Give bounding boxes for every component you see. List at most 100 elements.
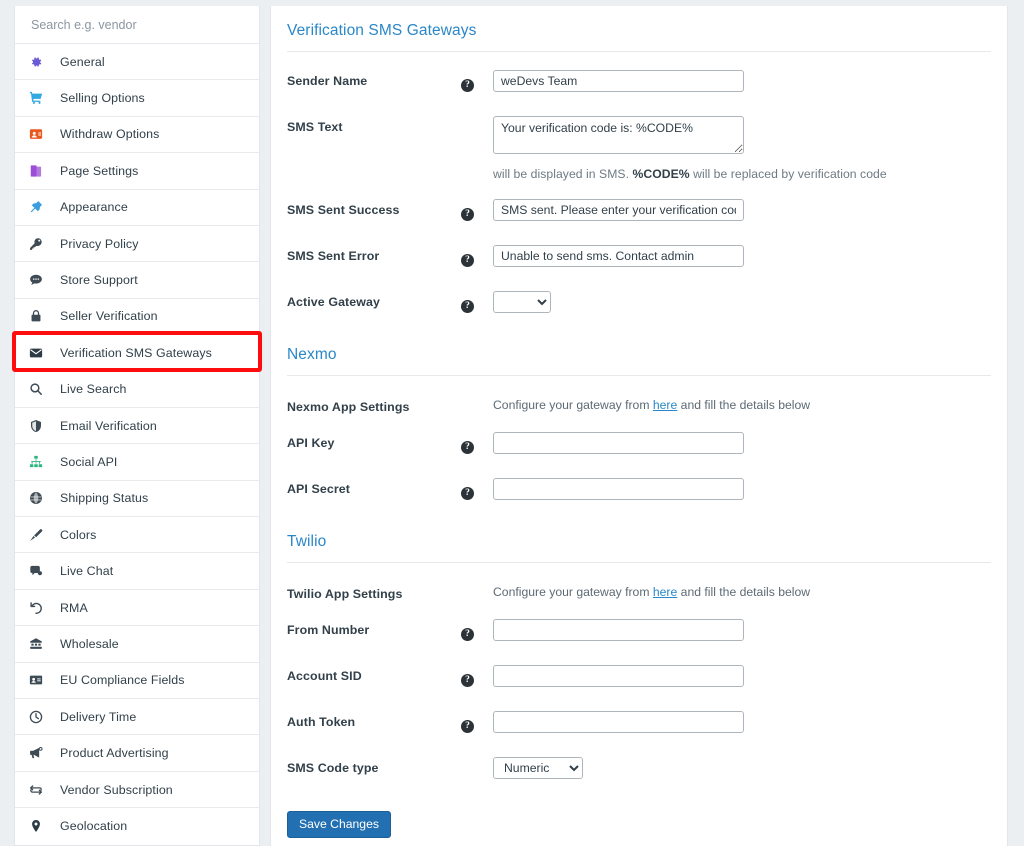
map-pin-icon	[29, 818, 51, 834]
brush-icon	[29, 527, 51, 543]
page-title: Verification SMS Gateways	[287, 6, 991, 52]
help-icon[interactable]: ?	[461, 441, 474, 454]
help-col-nexmo-app-settings	[461, 396, 493, 400]
cart-icon	[29, 90, 51, 106]
sidebar-item-seller-verification[interactable]: Seller Verification	[15, 298, 259, 336]
sidebar-item-product-advertising[interactable]: Product Advertising	[15, 735, 259, 772]
field-row-from-number: From Number ?	[287, 601, 991, 647]
pin-icon	[29, 199, 51, 215]
sidebar-item-withdraw-options[interactable]: Withdraw Options	[15, 116, 259, 154]
ctrl-api-secret	[493, 478, 991, 500]
sidebar-item-label: Shipping Status	[60, 491, 149, 506]
sidebar-item-shipping-status[interactable]: Shipping Status	[15, 480, 259, 518]
nexmo-configure-link[interactable]: here	[653, 398, 677, 412]
sidebar-item-label: Privacy Policy	[60, 236, 139, 251]
settings-main-panel: Verification SMS Gateways Sender Name ? …	[270, 6, 1008, 846]
sidebar-item-label: Product Advertising	[60, 746, 169, 761]
ctrl-active-gateway	[493, 291, 991, 313]
desc-prefix: Configure your gateway from	[493, 585, 653, 599]
sidebar-item-live-search[interactable]: Live Search	[15, 371, 259, 408]
undo-icon	[29, 600, 51, 616]
sms-code-type-select[interactable]: Numeric	[493, 757, 583, 779]
helper-suffix: will be replaced by verification code	[689, 167, 887, 181]
section-title-twilio: Twilio	[287, 506, 991, 563]
from-number-input[interactable]	[493, 619, 744, 641]
sidebar-search-row[interactable]	[15, 6, 259, 44]
sidebar-item-label: Wholesale	[60, 636, 119, 651]
api-key-input[interactable]	[493, 432, 744, 454]
sidebar-item-colors[interactable]: Colors	[15, 517, 259, 554]
globe-icon	[29, 490, 51, 506]
nexmo-app-settings-description: Configure your gateway from here and fil…	[493, 396, 810, 412]
sms-text-textarea[interactable]: Your verification code is: %CODE%	[493, 116, 744, 154]
sidebar-item-label: Withdraw Options	[60, 127, 160, 142]
help-icon[interactable]: ?	[461, 300, 474, 313]
sms-sent-error-input[interactable]	[493, 245, 744, 267]
ctrl-sms-sent-success	[493, 199, 991, 221]
sidebar-item-social-api[interactable]: Social API	[15, 444, 259, 481]
sidebar-item-rma[interactable]: RMA	[15, 589, 259, 627]
ctrl-sms-code-type: Numeric	[493, 757, 991, 779]
shield-icon	[29, 418, 51, 434]
section-title-nexmo: Nexmo	[287, 319, 991, 376]
sidebar-item-general[interactable]: General	[15, 44, 259, 81]
label-nexmo-app-settings: Nexmo App Settings	[287, 400, 410, 414]
withdraw-icon	[29, 126, 51, 142]
sender-name-input[interactable]	[493, 70, 744, 92]
help-icon[interactable]: ?	[461, 487, 474, 500]
field-row-sms-code-type: SMS Code type Numeric	[287, 739, 991, 785]
auth-token-input[interactable]	[493, 711, 744, 733]
sidebar-item-label: Appearance	[60, 200, 128, 215]
sidebar-item-privacy-policy[interactable]: Privacy Policy	[15, 225, 259, 263]
sidebar-item-verification-sms-gateways[interactable]: Verification SMS Gateways	[15, 335, 259, 372]
ctrl-sms-sent-error	[493, 245, 991, 267]
search-input[interactable]	[29, 16, 259, 33]
sidebar-item-label: Email Verification	[60, 418, 157, 433]
sidebar-item-wholesale[interactable]: Wholesale	[15, 626, 259, 663]
sidebar-item-label: General	[60, 54, 105, 69]
help-icon[interactable]: ?	[461, 254, 474, 267]
lock-icon	[29, 308, 51, 324]
megaphone-icon	[29, 745, 51, 761]
sidebar-item-live-chat[interactable]: Live Chat	[15, 553, 259, 590]
help-col-auth-token: ?	[461, 711, 493, 733]
help-icon[interactable]: ?	[461, 628, 474, 641]
help-col-sms-sent-error: ?	[461, 245, 493, 267]
help-icon[interactable]: ?	[461, 720, 474, 733]
sidebar-item-label: Colors	[60, 527, 97, 542]
sidebar-item-geolocation[interactable]: Geolocation	[15, 808, 259, 845]
ctrl-from-number	[493, 619, 991, 641]
sidebar-item-label: RMA	[60, 600, 88, 615]
sms-sent-success-input[interactable]	[493, 199, 744, 221]
sidebar-item-appearance[interactable]: Appearance	[15, 189, 259, 226]
sidebar-item-selling-options[interactable]: Selling Options	[15, 80, 259, 117]
sidebar-item-store-support[interactable]: Store Support	[15, 262, 259, 299]
help-col-account-sid: ?	[461, 665, 493, 687]
help-icon[interactable]: ?	[461, 79, 474, 92]
account-sid-input[interactable]	[493, 665, 744, 687]
sidebar-item-vendor-subscription[interactable]: Vendor Subscription	[15, 771, 259, 809]
key-icon	[29, 236, 51, 252]
sidebar-item-page-settings[interactable]: Page Settings	[15, 153, 259, 190]
field-row-account-sid: Account SID ?	[287, 647, 991, 693]
twilio-configure-link[interactable]: here	[653, 585, 677, 599]
sidebar-item-eu-compliance-fields[interactable]: EU Compliance Fields	[15, 662, 259, 700]
ctrl-sender-name	[493, 70, 991, 92]
help-col-api-secret: ?	[461, 478, 493, 500]
active-gateway-select[interactable]	[493, 291, 551, 313]
sidebar-item-email-verification[interactable]: Email Verification	[15, 407, 259, 445]
label-sms-sent-error: SMS Sent Error	[287, 249, 380, 263]
help-col-from-number: ?	[461, 619, 493, 641]
field-row-sms-sent-error: SMS Sent Error ?	[287, 227, 991, 273]
label-sender-name: Sender Name	[287, 74, 368, 88]
sidebar-item-delivery-time[interactable]: Delivery Time	[15, 699, 259, 736]
help-icon[interactable]: ?	[461, 674, 474, 687]
field-row-sender-name: Sender Name ?	[287, 52, 991, 98]
label-sms-code-type: SMS Code type	[287, 761, 379, 775]
ctrl-api-key	[493, 432, 991, 454]
api-secret-input[interactable]	[493, 478, 744, 500]
save-changes-button[interactable]: Save Changes	[287, 811, 391, 838]
sidebar-item-label: Social API	[60, 454, 118, 469]
sidebar-item-label: Geolocation	[60, 819, 128, 834]
help-icon[interactable]: ?	[461, 208, 474, 221]
